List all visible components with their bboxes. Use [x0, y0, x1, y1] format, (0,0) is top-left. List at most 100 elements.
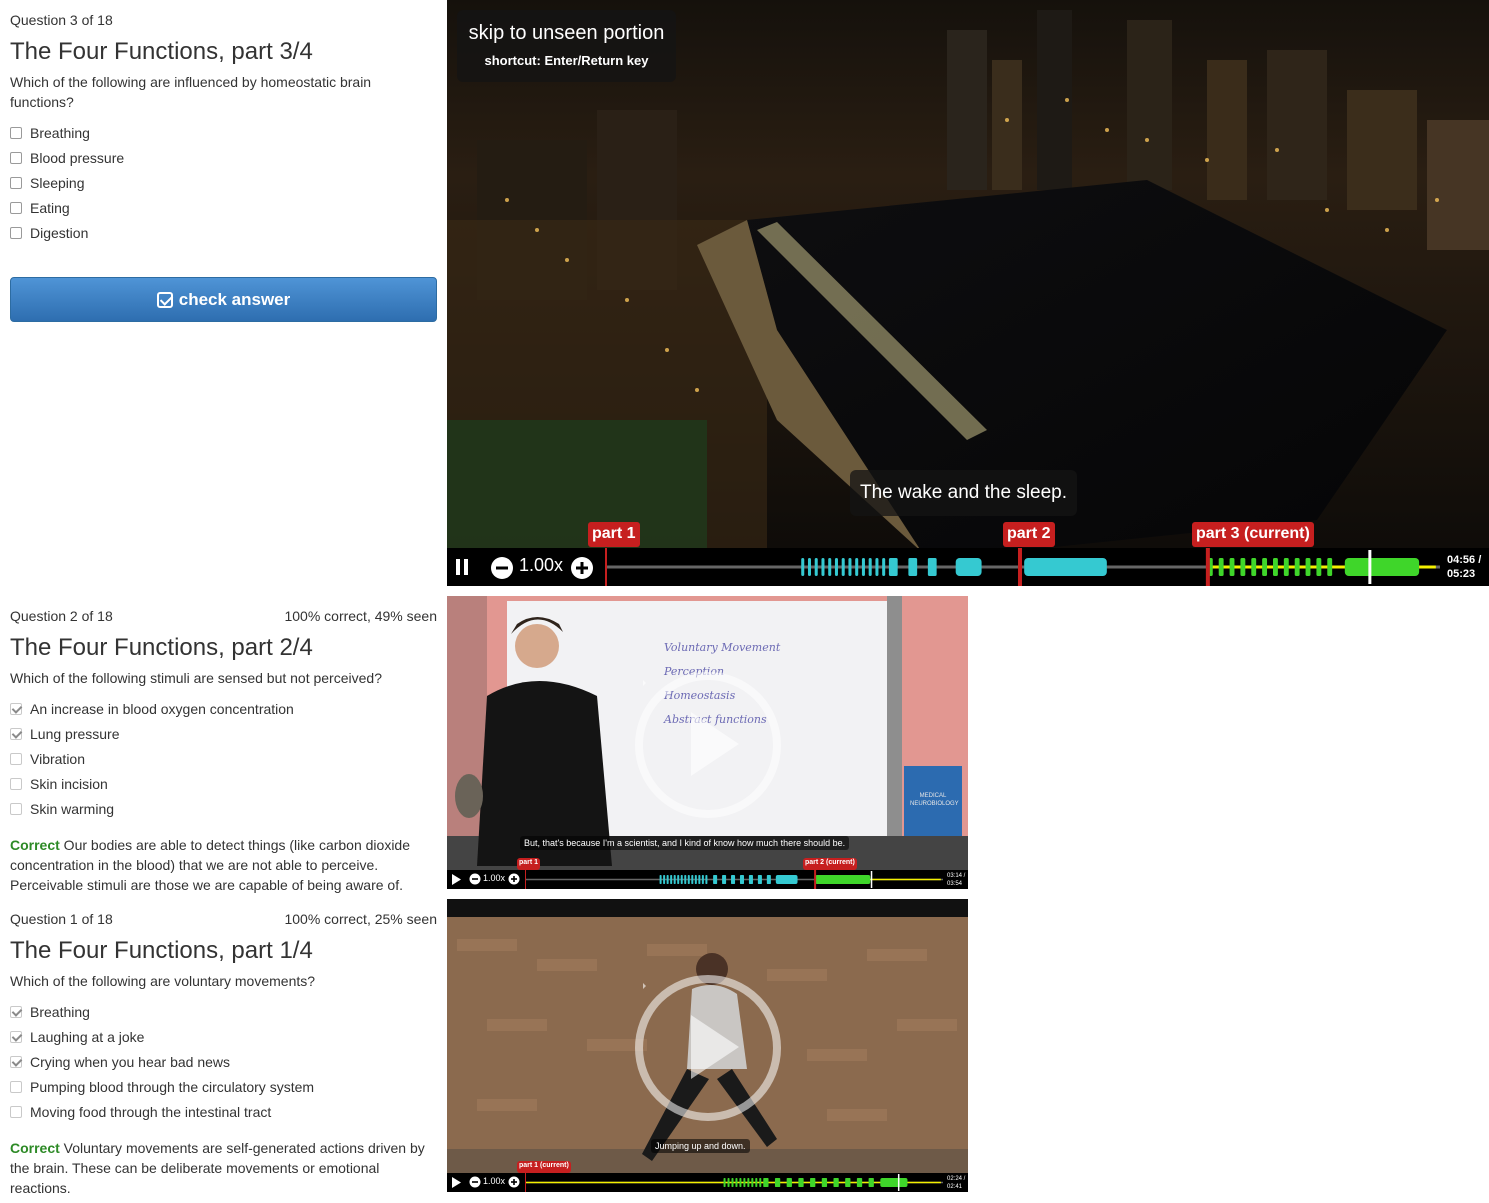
checkbox[interactable] — [10, 201, 22, 214]
video-controls: 1.00x 04:56 / 05:23 — [447, 548, 1489, 586]
progress-timeline[interactable] — [605, 548, 1440, 586]
video-player-part-1[interactable]: Jumping up and down. part 1 (current) 1.… — [447, 899, 968, 1192]
video-player-part-2[interactable]: Voluntary Movement Perception Homeostasi… — [447, 596, 968, 889]
score-summary: 100% correct, 25% seen — [284, 911, 437, 927]
option-breathing[interactable]: Breathing — [10, 120, 437, 145]
question-prompt: Which of the following are influenced by… — [10, 74, 372, 110]
checkbox — [10, 1055, 22, 1068]
seen-segment — [841, 558, 845, 576]
question-counter: Question 2 of 18 100% correct, 49% seen — [10, 608, 437, 624]
speed-decrease-icon[interactable] — [490, 556, 514, 580]
seen-segment — [731, 1178, 734, 1187]
time-total: 02:41 — [947, 1184, 963, 1190]
seen-segment — [861, 558, 865, 576]
part-1-marker[interactable]: part 1 — [517, 858, 541, 870]
option-sleeping[interactable]: Sleeping — [10, 170, 437, 195]
seen-segment — [848, 558, 852, 576]
feedback-text: Our bodies are able to detect things (li… — [10, 837, 411, 893]
seen-segment — [868, 1178, 874, 1187]
checkbox — [10, 1030, 22, 1043]
progress-timeline[interactable] — [525, 870, 943, 889]
play-triangle-icon — [691, 1015, 739, 1079]
option-label: An increase in blood oxygen concentratio… — [30, 700, 294, 717]
seen-segment — [691, 875, 694, 884]
video-subtitle: But, that's because I'm a scientist, and… — [520, 836, 850, 850]
option-label: Pumping blood through the circulatory sy… — [30, 1078, 315, 1095]
seen-segment — [701, 875, 704, 884]
part-1-current-marker[interactable]: part 1 (current) — [517, 1161, 571, 1173]
seen-segment — [763, 1178, 769, 1187]
option-laughing: Laughing at a joke — [10, 1024, 437, 1049]
speed-increase-icon[interactable] — [508, 1176, 520, 1188]
checkbox — [10, 1105, 22, 1118]
answer-options: Breathing Blood pressure Sleeping Eating… — [10, 120, 437, 245]
option-moving-food: Moving food through the intestinal tract — [10, 1099, 437, 1124]
option-digestion[interactable]: Digestion — [10, 220, 437, 245]
option-label: Digestion — [30, 224, 89, 241]
part-3-current-marker[interactable]: part 3 (current) — [1192, 522, 1314, 547]
option-blood-pressure[interactable]: Blood pressure — [10, 145, 437, 170]
playback-speed: 1.00x — [483, 1176, 506, 1186]
play-icon[interactable] — [451, 1177, 461, 1188]
seen-segment — [810, 1178, 816, 1187]
score-summary: 100% correct, 49% seen — [284, 608, 437, 624]
question-title: The Four Functions, part 2/4 — [10, 634, 313, 661]
seen-segment — [677, 875, 680, 884]
time-current: 04:56 / — [1447, 554, 1482, 566]
part-2-current-marker[interactable]: part 2 (current) — [803, 858, 857, 870]
part-boundary — [525, 870, 526, 889]
part-2-marker[interactable]: part 2 — [1003, 522, 1055, 547]
answer-options: An increase in blood oxygen concentratio… — [10, 696, 437, 821]
time-current: 03:14 / — [947, 873, 966, 879]
seen-segment — [833, 1178, 839, 1187]
part-1-marker[interactable]: part 1 — [588, 522, 640, 547]
seen-segment — [1229, 558, 1235, 576]
seen-segment — [1344, 558, 1420, 576]
question-prompt: Which of the following stimuli are sense… — [10, 670, 382, 686]
option-skin-warming: Skin warming — [10, 796, 437, 821]
answer-options: Breathing Laughing at a joke Crying when… — [10, 999, 437, 1124]
checkbox[interactable] — [10, 126, 22, 139]
speed-decrease-icon[interactable] — [469, 1176, 481, 1188]
time-display: 02:24 / 02:41 — [947, 1175, 965, 1191]
whiteboard-line: Voluntary Movement — [664, 641, 781, 654]
play-icon[interactable] — [451, 874, 461, 885]
part-boundary — [814, 870, 817, 889]
seen-segment — [755, 1178, 758, 1187]
seen-segment — [855, 558, 859, 576]
seen-segment — [955, 558, 982, 576]
speed-decrease-icon[interactable] — [469, 873, 481, 885]
question-counter: Question 3 of 18 — [10, 12, 113, 28]
playhead — [1368, 550, 1372, 584]
skip-unseen-button[interactable]: skip to unseen portion shortcut: Enter/R… — [457, 10, 676, 82]
seen-segment — [882, 558, 886, 576]
checkbox[interactable] — [10, 151, 22, 164]
speed-increase-icon[interactable] — [508, 873, 520, 885]
seen-segment — [739, 875, 745, 884]
option-label: Skin warming — [30, 800, 115, 817]
seen-segment — [821, 558, 825, 576]
question-3-panel: Question 3 of 18 The Four Functions, par… — [10, 12, 437, 322]
question-2-panel: Question 2 of 18 100% correct, 49% seen … — [10, 608, 437, 895]
seen-segment — [673, 875, 676, 884]
option-skin-incision: Skin incision — [10, 771, 437, 796]
seen-segment — [687, 875, 690, 884]
seen-segment — [713, 875, 718, 884]
seen-segment — [1283, 558, 1289, 576]
question-title: The Four Functions, part 3/4 — [10, 38, 313, 65]
checkbox[interactable] — [10, 176, 22, 189]
check-answer-button[interactable]: check answer — [10, 277, 437, 322]
checkbox[interactable] — [10, 226, 22, 239]
option-eating[interactable]: Eating — [10, 195, 437, 220]
video-player-part-3[interactable]: skip to unseen portion shortcut: Enter/R… — [447, 0, 1489, 586]
seen-segment — [1327, 558, 1333, 576]
checkbox — [10, 1005, 22, 1018]
time-total: 03:54 — [947, 881, 963, 887]
option-label: Eating — [30, 199, 70, 216]
pause-icon[interactable] — [453, 557, 471, 577]
seen-segment — [821, 1178, 828, 1187]
answer-feedback: Correct Voluntary movements are self-gen… — [10, 1138, 437, 1198]
progress-timeline[interactable] — [525, 1173, 943, 1192]
seen-segment — [828, 558, 832, 576]
speed-increase-icon[interactable] — [570, 556, 594, 580]
